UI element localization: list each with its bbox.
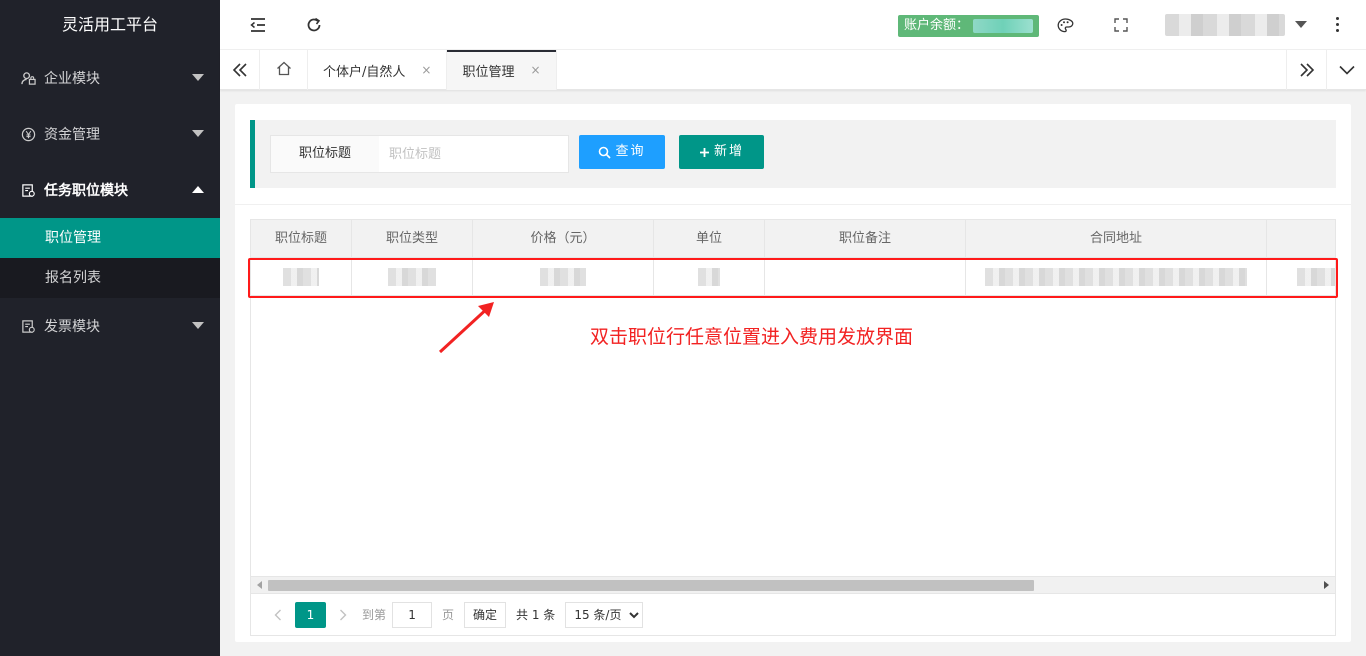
close-icon[interactable]: × <box>530 63 540 77</box>
sidebar-group-label: 企业模块 <box>44 71 100 87</box>
sidebar-item-registration-list[interactable]: 报名列表 <box>0 258 220 298</box>
tabs-list: 个体户/自然人 × 职位管理 × <box>260 50 557 90</box>
page-size-select[interactable]: 15 条/页 <box>565 601 644 628</box>
scroll-left-arrow-icon[interactable] <box>257 581 262 589</box>
fullscreen-icon[interactable] <box>1109 13 1133 37</box>
scrollbar-thumb[interactable] <box>268 580 1034 591</box>
column-header-position-title[interactable]: 职位标题 <box>251 220 352 258</box>
close-icon[interactable]: × <box>421 63 431 77</box>
table-header: 职位标题 职位类型 价格（元） 单位 职位备注 合同地址 <box>251 220 1335 258</box>
tabs-menu-chevron-down-icon[interactable] <box>1326 50 1366 90</box>
chevron-down-icon[interactable] <box>1295 21 1307 28</box>
tabs-scroll-right-icon[interactable] <box>1286 50 1326 90</box>
tabs-scroll-left-icon[interactable] <box>220 50 260 90</box>
sidebar-group-task-position[interactable]: 任务职位模块 <box>0 162 220 218</box>
menu-fold-icon[interactable] <box>246 13 270 37</box>
cell-price <box>473 258 654 296</box>
account-balance-badge: 账户余额： <box>898 15 1040 37</box>
table-row[interactable] <box>251 258 1335 296</box>
app-logo-title: 灵活用工平台 <box>0 0 220 50</box>
column-header-contract-address[interactable]: 合同地址 <box>966 220 1267 258</box>
tab-individual-natural-person[interactable]: 个体户/自然人 × <box>308 50 448 90</box>
redacted-value <box>283 268 319 286</box>
column-header-unit[interactable]: 单位 <box>654 220 765 258</box>
scroll-right-arrow-icon[interactable] <box>1324 581 1329 589</box>
column-header-price[interactable]: 价格（元） <box>473 220 654 258</box>
page-number-current[interactable]: 1 <box>295 601 326 628</box>
column-header-remark[interactable]: 职位备注 <box>765 220 966 258</box>
cell-contract-address <box>966 258 1267 296</box>
query-button[interactable]: 查询 <box>579 135 665 169</box>
sidebar: 灵活用工平台 企业模块 资金管理 任务职位模块 职位管理 报名列表 发票模块 <box>0 0 220 656</box>
task-doc-icon <box>20 182 36 198</box>
chevron-down-icon <box>192 130 204 137</box>
sidebar-item-position-management[interactable]: 职位管理 <box>0 218 220 258</box>
goto-page-label: 到第 <box>362 608 387 622</box>
redacted-value <box>985 268 1247 286</box>
tab-home[interactable] <box>260 50 308 90</box>
plus-icon <box>699 147 710 158</box>
balance-label: 账户余额： <box>904 18 970 33</box>
chevron-up-icon <box>192 186 204 193</box>
add-button-label: 新增 <box>713 144 744 159</box>
redacted-value <box>540 268 586 286</box>
cell-unit <box>654 258 765 296</box>
total-count: 共 1 条 <box>516 608 556 622</box>
sidebar-group-invoice[interactable]: 发票模块 <box>0 298 220 354</box>
page-unit-label: 页 <box>442 608 455 622</box>
sidebar-group-label: 资金管理 <box>44 127 100 143</box>
cell-extra <box>1267 258 1335 296</box>
redacted-value <box>698 268 720 286</box>
search-bar: 职位标题 查询 新增 <box>250 120 1336 188</box>
sidebar-group-label: 任务职位模块 <box>44 183 128 199</box>
positions-table: 职位标题 职位类型 价格（元） 单位 职位备注 合同地址 1 到第 1 页 确定… <box>250 219 1336 636</box>
add-button[interactable]: 新增 <box>679 135 764 169</box>
sidebar-submenu: 职位管理 报名列表 <box>0 218 220 298</box>
position-title-label: 职位标题 <box>270 135 380 173</box>
user-name-redacted[interactable] <box>1165 14 1285 36</box>
chevron-down-icon <box>192 322 204 329</box>
confirm-page-button[interactable]: 确定 <box>464 601 507 628</box>
prev-page-icon[interactable] <box>265 602 291 628</box>
page-tabs-bar: 个体户/自然人 × 职位管理 × <box>220 50 1366 90</box>
sidebar-group-finance[interactable]: 资金管理 <box>0 106 220 162</box>
tab-label: 个体户/自然人 <box>323 64 406 80</box>
position-title-input[interactable] <box>379 135 569 173</box>
next-page-icon[interactable] <box>330 602 356 628</box>
redacted-value <box>1297 268 1335 286</box>
query-button-label: 查询 <box>615 144 646 159</box>
balance-value-redacted <box>973 19 1034 33</box>
user-lock-icon <box>20 70 36 86</box>
cell-position-title <box>251 258 352 296</box>
invoice-icon <box>20 318 36 334</box>
horizontal-scrollbar[interactable] <box>251 576 1335 593</box>
refresh-icon[interactable] <box>302 13 326 37</box>
cell-remark <box>765 258 966 296</box>
search-icon <box>598 146 612 159</box>
column-header-position-type[interactable]: 职位类型 <box>352 220 473 258</box>
pagination: 1 到第 页 确定 共 1 条 15 条/页 <box>251 593 1335 635</box>
tab-label: 职位管理 <box>462 64 515 80</box>
cell-position-type <box>352 258 473 296</box>
section-divider <box>235 204 1351 205</box>
palette-icon[interactable] <box>1053 13 1077 37</box>
sidebar-group-label: 发票模块 <box>44 319 100 335</box>
column-header-extra[interactable] <box>1267 220 1335 258</box>
redacted-value <box>388 268 436 286</box>
sidebar-group-enterprise[interactable]: 企业模块 <box>0 50 220 106</box>
goto-page-input[interactable] <box>392 601 433 628</box>
home-icon <box>276 61 292 80</box>
tab-position-management[interactable]: 职位管理 × <box>447 50 557 90</box>
more-vertical-icon[interactable] <box>1334 17 1340 33</box>
yen-circle-icon <box>20 126 36 142</box>
annotation-text: 双击职位行任意位置进入费用发放界面 <box>590 326 914 348</box>
top-header: 账户余额： <box>220 0 1366 50</box>
chevron-down-icon <box>192 74 204 81</box>
main-content-card: 职位标题 查询 新增 职位标题 职位类型 价格（元） 单位 职位备注 合同地址 <box>235 104 1351 642</box>
